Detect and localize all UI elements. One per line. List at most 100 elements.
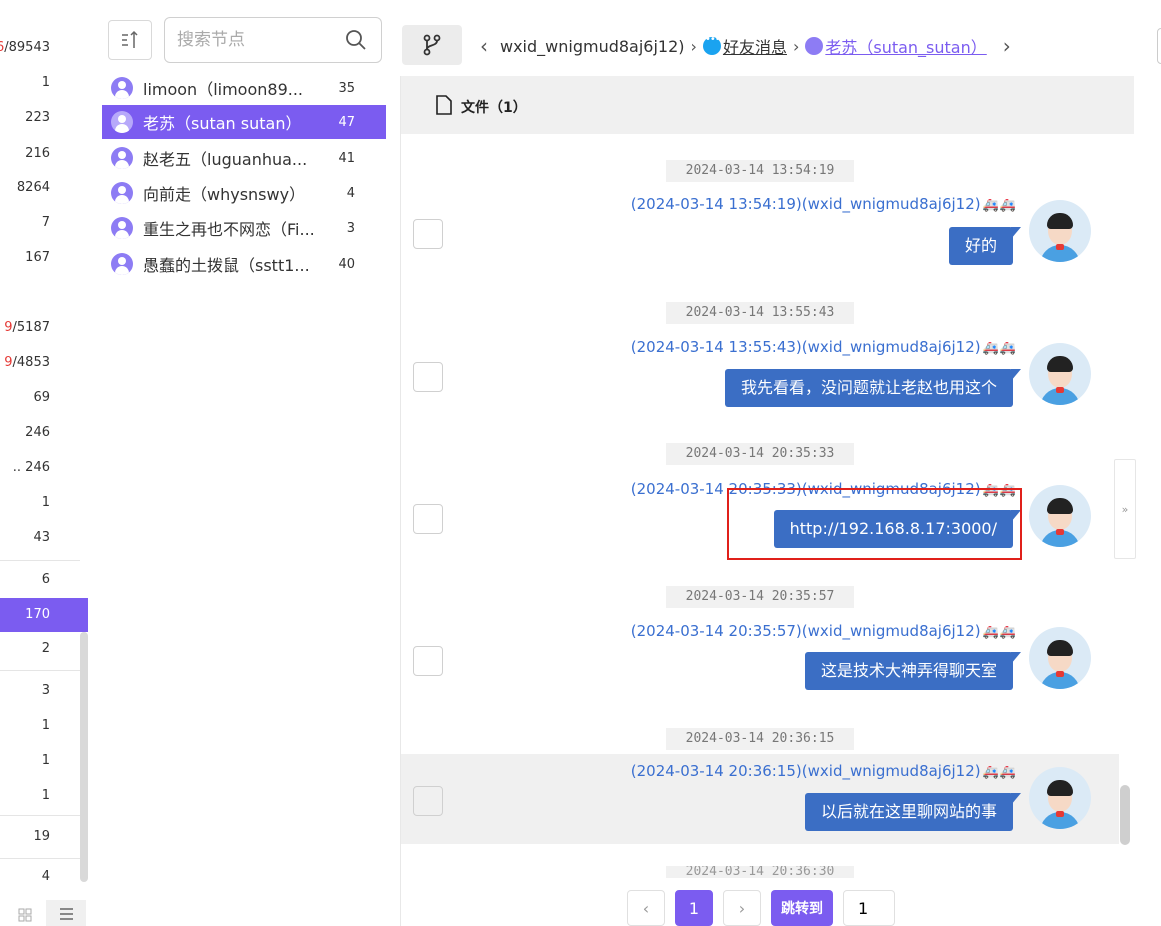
file-bar[interactable]: 文件（1） <box>401 76 1135 134</box>
page-button-current[interactable]: 1 <box>675 890 713 926</box>
message-checkbox[interactable] <box>413 362 443 392</box>
breadcrumb-category[interactable]: 好友消息 <box>723 34 787 58</box>
message-bubble[interactable]: 我先看看，没问题就让老赵也用这个 <box>724 369 1022 407</box>
message-icon <box>702 34 721 55</box>
node-name: 向前走（whysnswy） <box>143 185 306 204</box>
next-page-button[interactable]: › <box>723 890 761 926</box>
count-item[interactable]: 246 <box>25 425 50 440</box>
breadcrumb-contact[interactable]: 老苏（sutan_sutan） <box>825 34 986 58</box>
search-box <box>164 17 382 63</box>
count-item[interactable]: 9/5187 <box>4 320 50 335</box>
prev-page-button[interactable]: ‹ <box>627 890 665 926</box>
message-meta[interactable]: (2024-03-14 20:35:57)(wxid_wnigmud8aj6j1… <box>631 622 1017 640</box>
highlight-box <box>727 488 1022 560</box>
node-item[interactable]: 重生之再也不网恋（Fi... 3 <box>102 211 386 245</box>
message-timestamp: 2024-03-14 20:35:33 <box>666 443 854 465</box>
user-icon <box>111 217 133 239</box>
node-name: 愚蠢的土拨鼠（sstt1... <box>143 256 310 275</box>
message-meta[interactable]: (2024-03-14 13:54:19)(wxid_wnigmud8aj6j1… <box>631 195 1017 213</box>
count-item[interactable]: 1 <box>42 718 50 733</box>
node-item[interactable]: 愚蠢的土拨鼠（sstt1... 40 <box>102 247 386 281</box>
message-meta[interactable]: (2024-03-14 20:36:15)(wxid_wnigmud8aj6j1… <box>631 762 1017 780</box>
count-item[interactable]: 1 <box>42 753 50 768</box>
count-item[interactable]: 69 <box>33 390 50 405</box>
divider <box>0 858 80 859</box>
message-bubble[interactable]: 以后就在这里聊网站的事 <box>804 793 1022 831</box>
message-bubble[interactable]: 这是技术大神弄得聊天室 <box>804 652 1022 690</box>
goto-page-input[interactable] <box>843 890 895 926</box>
node-item[interactable]: 赵老五（luguanhua... 41 <box>102 141 386 175</box>
count-text: 1 <box>41 718 50 733</box>
expand-panel-handle[interactable]: » <box>1114 459 1136 559</box>
message-checkbox[interactable] <box>413 219 443 249</box>
message-meta-text: (2024-03-14 20:35:57)(wxid_wnigmud8aj6j1… <box>630 622 981 640</box>
count-item[interactable]: 1 <box>42 75 50 90</box>
toolbar-edge-control[interactable] <box>1157 28 1161 64</box>
breadcrumb-back[interactable]: ‹ <box>480 34 488 58</box>
count-text: 69 <box>33 390 50 405</box>
count-item[interactable]: 8264 <box>17 180 50 195</box>
sort-icon <box>122 30 138 48</box>
breadcrumb-root[interactable]: wxid_wnigmud8aj6j12) <box>500 37 685 56</box>
left-scrollbar[interactable] <box>80 632 88 882</box>
user-icon <box>805 37 824 55</box>
view-toggle <box>0 900 88 926</box>
count-item[interactable]: 26/89543 <box>0 40 50 55</box>
message-meta-text: (2024-03-14 20:36:15)(wxid_wnigmud8aj6j1… <box>630 762 981 780</box>
count-item-selected[interactable]: 170 <box>0 598 88 632</box>
count-text: /4853 <box>12 355 50 370</box>
breadcrumb-separator: › <box>690 36 697 56</box>
grid-view-icon[interactable] <box>18 908 32 922</box>
message-checkbox[interactable] <box>413 786 443 816</box>
goto-page-button[interactable]: 跳转到 <box>771 890 833 926</box>
count-text: 6 <box>41 572 50 587</box>
count-text: 1 <box>41 75 50 90</box>
count-item[interactable]: 19 <box>33 829 50 844</box>
search-icon[interactable] <box>345 29 367 51</box>
count-red: 9 <box>4 355 13 370</box>
avatar <box>1029 485 1091 547</box>
message-type-icon: 🚑🚑 <box>982 625 1017 640</box>
count-text: 170 <box>25 607 50 622</box>
count-item[interactable]: 216 <box>25 146 50 161</box>
count-text: 1 <box>41 788 50 803</box>
count-item[interactable]: 167 <box>25 250 50 265</box>
sort-button[interactable] <box>108 20 152 60</box>
message-timestamp: 2024-03-14 13:55:43 <box>666 302 854 324</box>
count-item[interactable]: 6 <box>42 572 50 587</box>
node-item-selected[interactable]: 老苏（sutan sutan） 47 <box>102 105 386 139</box>
count-text: 4 <box>41 869 50 884</box>
count-red: 9 <box>4 320 13 335</box>
count-item[interactable]: 2 <box>42 641 50 656</box>
node-count: 41 <box>338 150 355 166</box>
count-item[interactable]: 9/4853 <box>4 355 50 370</box>
message-bubble[interactable]: 好的 <box>948 227 1022 265</box>
count-item[interactable]: 4 <box>42 869 50 884</box>
count-item[interactable]: 1 <box>42 788 50 803</box>
node-item[interactable]: limoon（limoon89... 35 <box>102 71 386 105</box>
file-bar-label: 文件（1） <box>461 100 527 116</box>
branch-button[interactable] <box>402 25 462 65</box>
count-item[interactable]: 3 <box>42 683 50 698</box>
count-text: 19 <box>33 829 50 844</box>
pagination: ‹ 1 › 跳转到 <box>627 890 895 926</box>
count-item[interactable]: .. 246 <box>13 460 50 475</box>
count-item[interactable]: 1 <box>42 495 50 510</box>
message-checkbox[interactable] <box>413 646 443 676</box>
user-icon <box>111 77 133 99</box>
search-input[interactable] <box>177 28 337 52</box>
node-name: 老苏（sutan sutan） <box>143 114 302 133</box>
count-item[interactable]: 43 <box>33 530 50 545</box>
chat-scrollbar[interactable] <box>1120 785 1130 845</box>
message-meta[interactable]: (2024-03-14 13:55:43)(wxid_wnigmud8aj6j1… <box>631 338 1017 356</box>
node-item[interactable]: 向前走（whysnswy） 4 <box>102 176 386 210</box>
breadcrumb-next[interactable]: › <box>1003 34 1011 58</box>
chat-side-gutter <box>1134 76 1161 926</box>
list-view-icon <box>60 908 73 920</box>
count-item[interactable]: 7 <box>42 215 50 230</box>
count-text: /89543 <box>4 40 50 55</box>
message-checkbox[interactable] <box>413 504 443 534</box>
user-icon <box>111 182 133 204</box>
list-view-button[interactable] <box>46 900 86 926</box>
count-item[interactable]: 223 <box>25 110 50 125</box>
